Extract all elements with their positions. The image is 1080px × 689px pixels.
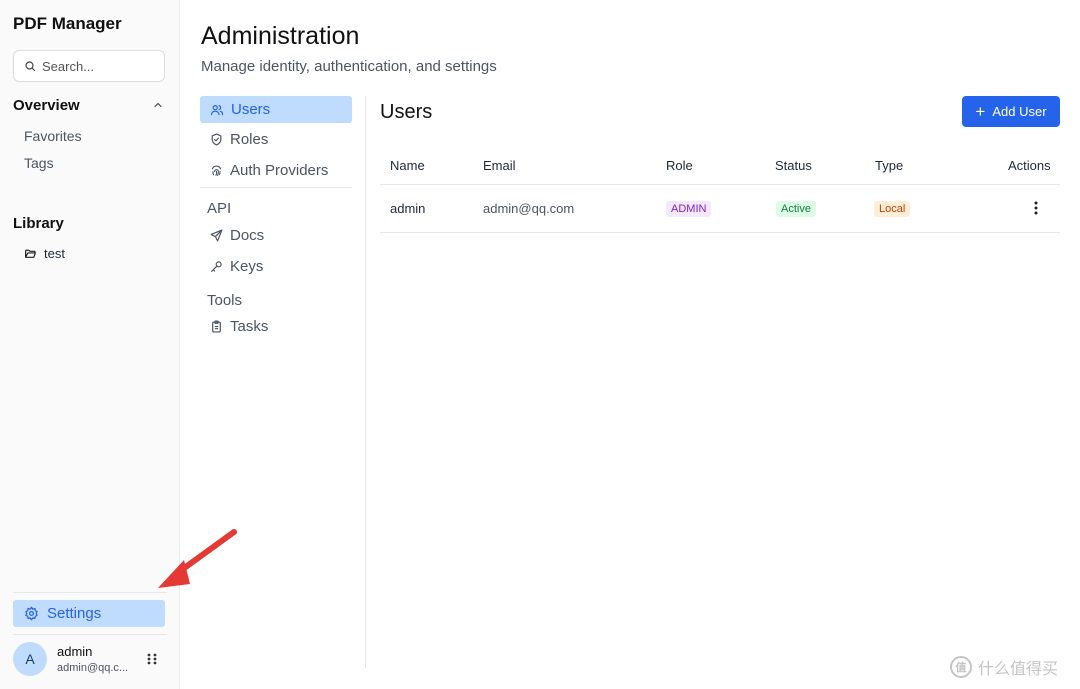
admin-nav-label: Docs [230, 227, 265, 244]
fingerprint-icon [211, 165, 222, 176]
add-user-label: Add User [992, 104, 1047, 119]
column-header-type: Type [875, 158, 904, 173]
user-row-email: admin@qq.com [483, 201, 575, 216]
search-icon [25, 61, 36, 72]
search-input[interactable] [42, 58, 152, 74]
avatar: A [13, 642, 47, 676]
gear-icon [25, 606, 38, 621]
sidebar-divider [13, 592, 167, 593]
sidebar-item-favorites[interactable]: Favorites [24, 128, 82, 144]
admin-nav-docs[interactable]: Docs [200, 222, 352, 249]
sidebar-section-library: Library [13, 215, 64, 232]
admin-nav-auth-providers[interactable]: Auth Providers [200, 157, 352, 184]
content-divider [365, 96, 366, 668]
more-vertical-icon[interactable] [1032, 201, 1040, 215]
key-icon [211, 261, 222, 272]
admin-nav-group-tools: Tools [207, 292, 243, 309]
sidebar-divider [13, 634, 167, 635]
role-badge: ADMIN [666, 201, 712, 217]
admin-nav-keys[interactable]: Keys [200, 253, 352, 280]
user-row-name: admin [390, 201, 426, 216]
admin-nav-group-api: API [207, 200, 232, 217]
watermark: 值 什么值得买 [950, 655, 1058, 679]
admin-nav-divider [200, 187, 352, 188]
clipboard-icon [212, 320, 221, 333]
admin-nav-users[interactable]: Users [200, 96, 352, 123]
type-badge: Local [874, 201, 911, 217]
column-header-role: Role [666, 158, 693, 173]
admin-nav-label: Keys [230, 258, 264, 275]
add-user-button[interactable]: + Add User [962, 96, 1060, 127]
plus-icon: + [975, 102, 986, 121]
send-icon [210, 229, 223, 242]
search-box[interactable] [13, 50, 165, 82]
user-name: admin [57, 644, 93, 659]
column-header-email: Email [483, 158, 516, 173]
page-subtitle: Manage identity, authentication, and set… [201, 58, 497, 75]
library-item-test[interactable]: test [24, 246, 65, 261]
admin-nav-roles[interactable]: Roles [200, 126, 352, 153]
sidebar-item-tags[interactable]: Tags [24, 155, 54, 171]
table-header-divider [380, 184, 1060, 185]
table-row-divider [380, 232, 1060, 233]
watermark-text: 什么值得买 [978, 661, 1059, 678]
column-header-name: Name [390, 158, 425, 173]
grip-dots-icon[interactable] [146, 652, 158, 666]
chevron-up-icon[interactable] [152, 99, 164, 111]
sidebar-section-overview[interactable]: Overview [13, 97, 80, 114]
admin-nav-tasks[interactable]: Tasks [200, 313, 352, 340]
user-profile[interactable]: A admin admin@qq.c... [13, 642, 128, 676]
watermark-logo-icon: 值 [950, 656, 972, 678]
annotation-arrow-icon [158, 529, 237, 588]
column-header-actions: Actions [1008, 158, 1051, 173]
users-icon [210, 104, 224, 115]
status-badge: Active [776, 201, 816, 217]
library-item-label: test [44, 246, 65, 261]
column-header-status: Status [775, 158, 812, 173]
admin-nav-label: Tasks [230, 318, 269, 335]
admin-nav-label: Roles [230, 131, 269, 148]
users-section-title: Users [380, 101, 433, 123]
page-title: Administration [201, 22, 360, 50]
admin-nav-label: Users [231, 101, 271, 118]
shield-icon [211, 133, 222, 146]
settings-button[interactable]: Settings [13, 600, 165, 627]
user-email: admin@qq.c... [57, 662, 129, 674]
folder-open-icon [25, 249, 36, 258]
admin-nav-label: Auth Providers [230, 162, 329, 179]
settings-label: Settings [47, 605, 102, 622]
app-title: PDF Manager [13, 14, 122, 33]
